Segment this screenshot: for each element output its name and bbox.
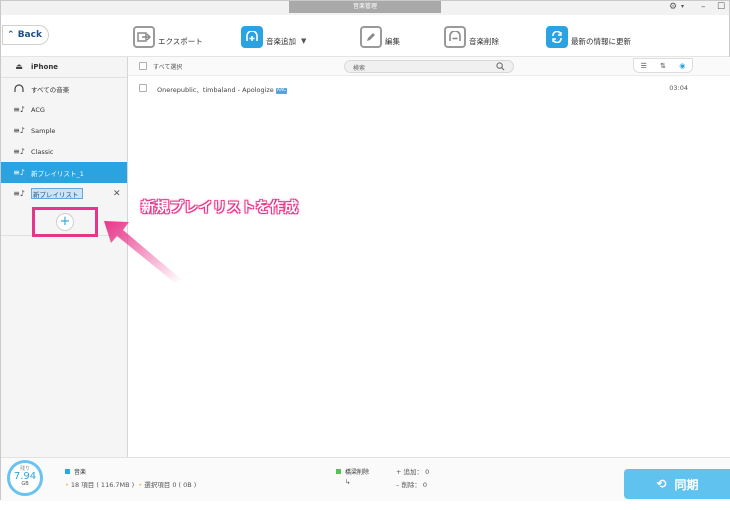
format-badge: AAC — [275, 88, 288, 94]
title-bar: 音楽管理 ⚙ ▾ – ☐ — [1, 1, 729, 15]
sidebar-item-rename: ≡♪ ✕ — [1, 183, 127, 204]
sync-label: 同期 — [674, 477, 699, 492]
list-view-icon[interactable]: ☰ — [641, 62, 647, 70]
refresh-icon — [546, 26, 568, 48]
status-bar: 残り 7.94 GB 音楽 • 18 項目 ( 116.7MB ) • 選択項目… — [1, 457, 730, 501]
maximize-button[interactable]: ☐ — [717, 2, 725, 12]
bullet-icon: • — [65, 481, 69, 489]
minimize-button[interactable]: – — [701, 2, 706, 12]
delete-music-label: 音楽削除 — [469, 36, 499, 46]
add-music-label: 音楽追加 — [266, 36, 296, 46]
playlist-icon: ≡♪ — [13, 146, 25, 156]
sort-icon[interactable]: ⇅ — [660, 62, 666, 70]
add-music-dropdown-icon[interactable]: ▼ — [301, 29, 306, 45]
list-header: すべて選択 検索 ☰ ⇅ ◉ — [128, 57, 730, 76]
table-row[interactable]: Onerepublic、timbaland - Apologize AAC 03:… — [128, 79, 730, 97]
sync-button[interactable]: ⟲ 同期 — [624, 469, 730, 499]
delete-music-icon — [444, 26, 466, 48]
headphones-icon — [13, 83, 25, 94]
edit-label: 編集 — [385, 36, 400, 46]
selected-count: 選択項目 0 ( 0B ) — [144, 481, 197, 489]
toolbar: ⌃ Back エクスポート 音楽追加 ▼ 編集 音楽削除 最新の情報に更新 — [1, 15, 729, 57]
deleted-text: 削除： 0 — [401, 481, 428, 489]
sync-legend: 橋梁削除 — [336, 467, 369, 476]
sync-removal-label: 橋梁削除 — [345, 469, 370, 476]
sidebar-item-label: すべての音楽 — [31, 85, 70, 94]
category-legend: 音楽 — [65, 467, 86, 476]
device-name: iPhone — [31, 63, 59, 71]
sidebar-item-label: 新プレイリスト_1 — [31, 169, 84, 178]
sidebar-item-new-playlist-1[interactable]: ≡♪ 新プレイリスト_1 — [1, 162, 127, 183]
back-chevron-icon: ⌃ — [7, 30, 15, 40]
rename-playlist-input[interactable] — [31, 188, 83, 199]
track-title-text: Onerepublic、timbaland - Apologize — [157, 86, 274, 94]
music-square-icon — [65, 469, 70, 474]
export-icon — [133, 26, 155, 48]
plus-icon: + — [56, 213, 74, 231]
item-count: 18 項目 ( 116.7MB ) — [70, 481, 135, 489]
added-text: 追加： 0 — [403, 468, 430, 476]
sidebar-item-sample[interactable]: ≡♪ Sample — [1, 120, 127, 141]
bullet-icon: • — [138, 481, 143, 489]
playlist-icon: ≡♪ — [13, 167, 25, 177]
add-playlist-button[interactable]: + — [32, 207, 98, 237]
eject-icon: ⏏ — [15, 62, 23, 71]
deleted-count: – 削除： 0 — [396, 481, 428, 489]
sidebar-item-label: Classic — [31, 147, 54, 156]
back-label: Back — [17, 30, 42, 40]
playlist-icon: ≡♪ — [13, 188, 25, 198]
back-button[interactable]: ⌃ Back — [2, 25, 49, 45]
select-all-checkbox[interactable] — [139, 62, 147, 70]
track-title: Onerepublic、timbaland - Apologize AAC — [157, 84, 288, 94]
add-music-button[interactable]: 音楽追加 ▼ — [241, 25, 306, 49]
view-switcher: ☰ ⇅ ◉ — [633, 58, 693, 73]
dropdown-arrow-icon[interactable]: ▾ — [681, 2, 684, 12]
sidebar-item-label: Sample — [31, 126, 56, 135]
sidebar-item-all-music[interactable]: すべての音楽 — [1, 78, 127, 99]
music-view-icon[interactable]: ◉ — [679, 62, 685, 70]
edit-button[interactable]: 編集 — [360, 25, 400, 49]
sidebar-item-label: ACG — [31, 105, 45, 114]
category-label: 音楽 — [74, 469, 87, 476]
sync-arrow-icon: ↳ — [345, 478, 351, 486]
window-title: 音楽管理 — [289, 1, 441, 13]
added-count: + 追加： 0 — [396, 468, 430, 476]
gauge-value: 7.94 — [13, 471, 37, 482]
refresh-label: 最新の情報に更新 — [571, 36, 631, 46]
refresh-button[interactable]: 最新の情報に更新 — [546, 25, 631, 49]
item-summary: • 18 項目 ( 116.7MB ) • 選択項目 0 ( 0B ) — [65, 479, 196, 489]
edit-icon — [360, 26, 382, 48]
playlist-icon: ≡♪ — [13, 104, 25, 114]
add-music-icon — [241, 26, 263, 48]
playlist-icon: ≡♪ — [13, 125, 25, 135]
export-button[interactable]: エクスポート — [133, 25, 203, 49]
app-window: 音楽管理 ⚙ ▾ – ☐ ⌃ Back エクスポート 音楽追加 ▼ 編集 音楽削… — [0, 0, 730, 501]
sidebar-device-iphone[interactable]: ⏏ iPhone — [1, 57, 127, 78]
music-list-panel: すべて選択 検索 ☰ ⇅ ◉ Onerepublic、timbaland - A… — [128, 57, 730, 457]
track-duration: 03:04 — [669, 84, 688, 92]
annotation-arrow — [104, 221, 181, 283]
select-all-label: すべて選択 — [153, 64, 183, 71]
search-input[interactable]: 検索 — [344, 60, 514, 73]
sync-icon: ⟲ — [656, 477, 667, 491]
sidebar-item-acg[interactable]: ≡♪ ACG — [1, 99, 127, 120]
sync-square-icon — [336, 469, 341, 474]
storage-gauge: 残り 7.94 GB — [7, 460, 43, 496]
delete-music-button[interactable]: 音楽削除 — [444, 25, 499, 49]
sidebar-item-classic[interactable]: ≡♪ Classic — [1, 141, 127, 162]
annotation-label: 新規プレイリストを作成 — [141, 200, 299, 216]
settings-gear-icon[interactable]: ⚙ — [669, 2, 677, 12]
row-checkbox[interactable] — [139, 84, 147, 92]
search-placeholder: 検索 — [353, 65, 366, 72]
export-label: エクスポート — [158, 36, 203, 46]
cancel-rename-icon[interactable]: ✕ — [113, 189, 121, 199]
search-icon[interactable] — [496, 62, 505, 71]
